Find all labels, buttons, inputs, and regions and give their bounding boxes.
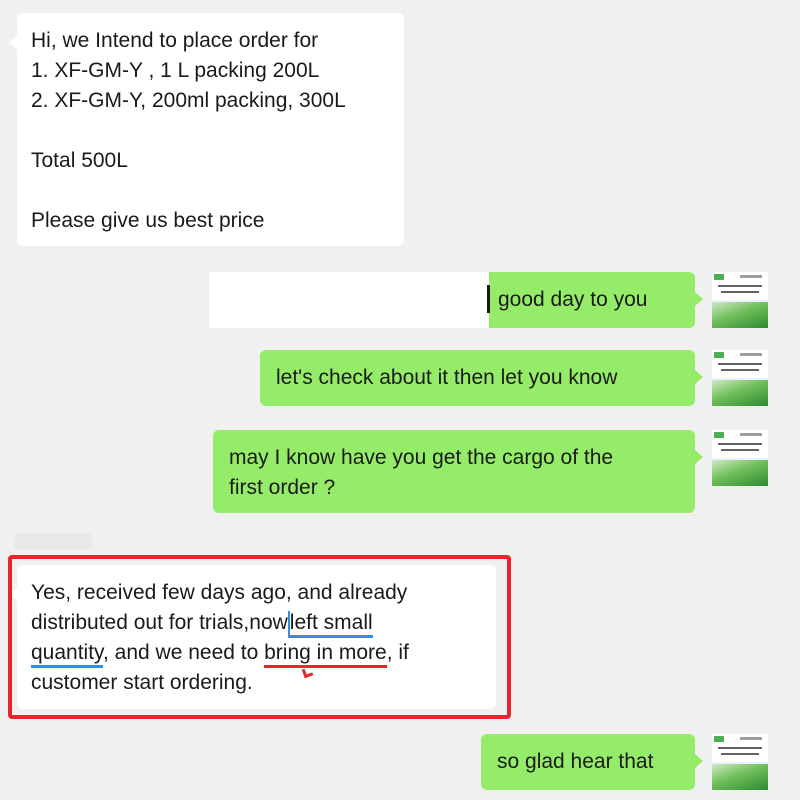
brochure-title-line: [718, 363, 762, 365]
outgoing-message-bubble[interactable]: may I know have you get the cargo of the…: [213, 430, 703, 513]
outgoing-message-bubble[interactable]: good day to you: [478, 272, 703, 328]
message-line: 2. XF-GM-Y, 200ml packing, 300L: [31, 89, 346, 112]
logo-mark: [714, 432, 724, 438]
red-highlight-frame: [8, 555, 511, 719]
message-line: 1. XF-GM-Y , 1 L packing 200L: [31, 59, 320, 82]
outgoing-message-bubble[interactable]: let's check about it then let you know: [260, 350, 703, 406]
message-text: good day to you: [498, 288, 648, 311]
logo-mark: [714, 736, 724, 742]
message-line-blank: [31, 176, 390, 206]
message-line: Hi, we Intend to place order for: [31, 29, 319, 52]
blurred-sender-name: [14, 533, 92, 549]
brochure-field-photo: [712, 380, 768, 406]
logo-text-mark: [740, 275, 762, 278]
my-avatar-icon[interactable]: [712, 430, 768, 486]
brochure-subtitle-line: [721, 753, 759, 755]
logo-text-mark: [740, 433, 762, 436]
outgoing-message-bubble[interactable]: so glad hear that: [481, 734, 703, 790]
my-avatar-icon[interactable]: [712, 350, 768, 406]
brochure-subtitle-line: [721, 449, 759, 451]
brochure-field-photo: [712, 764, 768, 790]
brochure-subtitle-line: [721, 369, 759, 371]
brochure-title-line: [718, 443, 762, 445]
brochure-subtitle-line: [721, 291, 759, 293]
message-line: Total 500L: [31, 149, 128, 172]
logo-text-mark: [740, 353, 762, 356]
redacted-area: [209, 272, 489, 328]
brochure-title-line: [718, 747, 762, 749]
brochure-field-photo: [712, 460, 768, 486]
my-avatar-icon[interactable]: [712, 734, 768, 790]
my-avatar-icon[interactable]: [712, 272, 768, 328]
logo-mark: [714, 352, 724, 358]
logo-text-mark: [740, 737, 762, 740]
logo-mark: [714, 274, 724, 280]
message-text: so glad hear that: [497, 750, 654, 773]
message-line: first order ?: [229, 476, 336, 499]
brochure-title-line: [718, 285, 762, 287]
message-line-blank: [31, 116, 390, 146]
message-line: Please give us best price: [31, 209, 265, 232]
message-line: may I know have you get the cargo of the: [229, 446, 614, 469]
message-text: let's check about it then let you know: [276, 366, 618, 389]
brochure-field-photo: [712, 302, 768, 328]
text-cursor-fragment: [487, 285, 490, 313]
incoming-message-bubble[interactable]: Hi, we Intend to place order for 1. XF-G…: [9, 13, 404, 246]
